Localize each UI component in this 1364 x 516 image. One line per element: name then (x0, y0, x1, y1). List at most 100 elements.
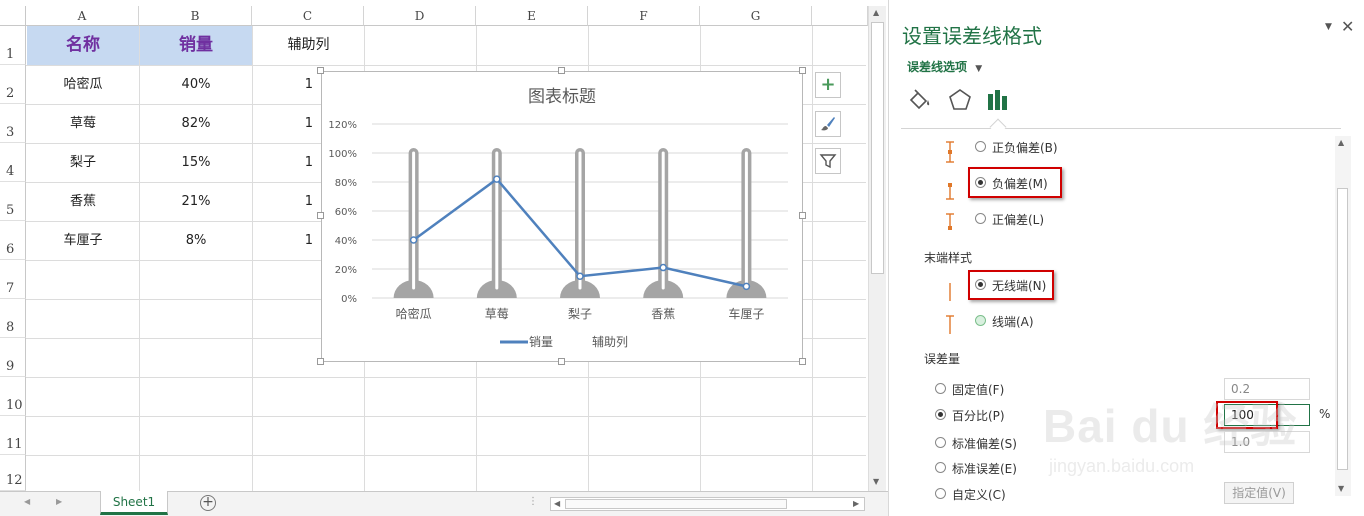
column-header-b[interactable]: B (139, 6, 252, 26)
resize-handle[interactable] (799, 358, 806, 365)
pane-scrollbar[interactable]: ▲ ▼ (1335, 136, 1351, 496)
column-header-h[interactable] (812, 6, 868, 26)
row-header-10[interactable]: 10 (0, 377, 26, 416)
column-header-f[interactable]: F (588, 6, 700, 26)
stderr-radio[interactable] (935, 462, 946, 473)
error-bar-options-dropdown[interactable]: 误差线选项 ▼ (907, 58, 982, 75)
both-direction-label[interactable]: 正负偏差(B) (992, 139, 1058, 156)
row-header-9[interactable]: 9 (0, 338, 26, 377)
scroll-up-icon[interactable]: ▲ (873, 8, 879, 17)
row-header-2[interactable]: 2 (0, 65, 26, 104)
sales-point[interactable] (659, 263, 667, 272)
hscroll-thumb[interactable] (565, 499, 787, 509)
cell-b3[interactable]: 82% (140, 104, 252, 143)
chart-styles-button[interactable] (815, 111, 841, 137)
cell-a5[interactable]: 香蕉 (27, 182, 139, 221)
cell-c6[interactable]: 1 (253, 221, 313, 260)
pane-close-button[interactable]: ✕ (1341, 17, 1354, 36)
add-sheet-button[interactable]: + (200, 495, 216, 511)
cell-b2[interactable]: 40% (140, 65, 252, 104)
resize-handle[interactable] (558, 358, 565, 365)
cap-label[interactable]: 线端(A) (992, 313, 1034, 330)
chart-object[interactable]: 图表标题 0% 20% 40% 60% 80% 100% 120% 哈密瓜 草莓 梨子 香蕉 车厘子… (321, 71, 803, 362)
row-header-4[interactable]: 4 (0, 143, 26, 182)
tab-scroll-right-icon[interactable]: ▶ (56, 497, 62, 506)
chart-filters-button[interactable] (815, 148, 841, 174)
cell-b4[interactable]: 15% (140, 143, 252, 182)
chart-elements-button[interactable]: + (815, 72, 841, 98)
custom-label[interactable]: 自定义(C) (952, 486, 1006, 503)
cell-a6[interactable]: 车厘子 (27, 221, 139, 260)
row-header-6[interactable]: 6 (0, 221, 26, 260)
both-direction-radio[interactable] (975, 141, 986, 152)
cell-c3[interactable]: 1 (253, 104, 313, 143)
cell-a1[interactable]: 名称 (27, 26, 139, 65)
tab-sheet1[interactable]: Sheet1 (100, 491, 168, 515)
vertical-scrollbar[interactable]: ▲ ▼ (868, 6, 886, 491)
error-bar-options-tab[interactable] (985, 86, 1013, 114)
resize-handle[interactable] (317, 358, 324, 365)
select-all-corner[interactable] (0, 6, 26, 26)
row-header-3[interactable]: 3 (0, 104, 26, 143)
scroll-down-icon[interactable]: ▼ (873, 477, 879, 486)
column-header-a[interactable]: A (26, 6, 139, 26)
pane-scroll-down-icon[interactable]: ▼ (1338, 484, 1344, 493)
sales-point[interactable] (742, 282, 751, 291)
row-header-12[interactable]: 12 (0, 455, 26, 491)
stddev-input[interactable]: 1.0 (1224, 431, 1310, 453)
row-header-7[interactable]: 7 (0, 260, 26, 299)
fixed-value-label[interactable]: 固定值(F) (952, 381, 1004, 398)
percentage-radio[interactable] (935, 409, 946, 420)
cell-c4[interactable]: 1 (253, 143, 313, 182)
effects-tab[interactable] (946, 86, 974, 114)
scroll-thumb[interactable] (871, 22, 884, 274)
sales-point[interactable] (409, 236, 418, 244)
cell-a3[interactable]: 草莓 (27, 104, 139, 143)
row-header-5[interactable]: 5 (0, 182, 26, 221)
plus-direction-label[interactable]: 正偏差(L) (992, 211, 1044, 228)
sheet-split-dots[interactable]: ⋮ (528, 496, 538, 507)
stddev-radio[interactable] (935, 437, 946, 448)
resize-handle[interactable] (799, 67, 806, 74)
sales-point[interactable] (493, 175, 501, 183)
sales-point[interactable] (576, 272, 584, 280)
row-header-8[interactable]: 8 (0, 299, 26, 338)
hscroll-left-icon[interactable]: ◀ (554, 499, 560, 508)
cell-c1[interactable]: 辅助列 (253, 26, 364, 65)
column-header-g[interactable]: G (700, 6, 812, 26)
resize-handle[interactable] (317, 212, 324, 219)
cell-a2[interactable]: 哈密瓜 (27, 65, 139, 104)
cap-radio[interactable] (975, 315, 986, 326)
percentage-label[interactable]: 百分比(P) (952, 407, 1005, 424)
stddev-label[interactable]: 标准偏差(S) (952, 435, 1017, 452)
pane-scroll-up-icon[interactable]: ▲ (1338, 138, 1344, 147)
column-header-c[interactable]: C (252, 6, 364, 26)
fixed-value-radio[interactable] (935, 383, 946, 394)
horizontal-scrollbar[interactable]: ◀ ▶ (550, 497, 865, 511)
hscroll-right-icon[interactable]: ▶ (853, 499, 859, 508)
row-header-1[interactable]: 1 (0, 26, 26, 65)
resize-handle[interactable] (799, 212, 806, 219)
column-header-d[interactable]: D (364, 6, 476, 26)
resize-handle[interactable] (558, 67, 565, 74)
plus-direction-radio[interactable] (975, 213, 986, 224)
cell-c5[interactable]: 1 (253, 182, 313, 221)
pane-options-dropdown-icon[interactable]: ▼ (1325, 22, 1332, 32)
cell-b6[interactable]: 8% (140, 221, 252, 260)
cell-b1[interactable]: 销量 (140, 26, 252, 65)
resize-handle[interactable] (317, 67, 324, 74)
pane-scroll-thumb[interactable] (1337, 188, 1348, 470)
fixed-value-input[interactable]: 0.2 (1224, 378, 1310, 400)
custom-radio[interactable] (935, 488, 946, 499)
cell-c2[interactable]: 1 (253, 65, 313, 104)
specify-value-button[interactable]: 指定值(V) (1224, 482, 1294, 504)
cell-b5[interactable]: 21% (140, 182, 252, 221)
column-header-e[interactable]: E (476, 6, 588, 26)
fill-line-tab[interactable] (905, 86, 933, 114)
stderr-label[interactable]: 标准误差(E) (952, 460, 1017, 477)
chart-legend[interactable]: 销量 辅助列 (500, 335, 628, 349)
cell-a4[interactable]: 梨子 (27, 143, 139, 182)
row-header-11[interactable]: 11 (0, 416, 26, 455)
tab-scroll-left-icon[interactable]: ◀ (24, 497, 30, 506)
chart-title[interactable]: 图表标题 (528, 87, 596, 107)
